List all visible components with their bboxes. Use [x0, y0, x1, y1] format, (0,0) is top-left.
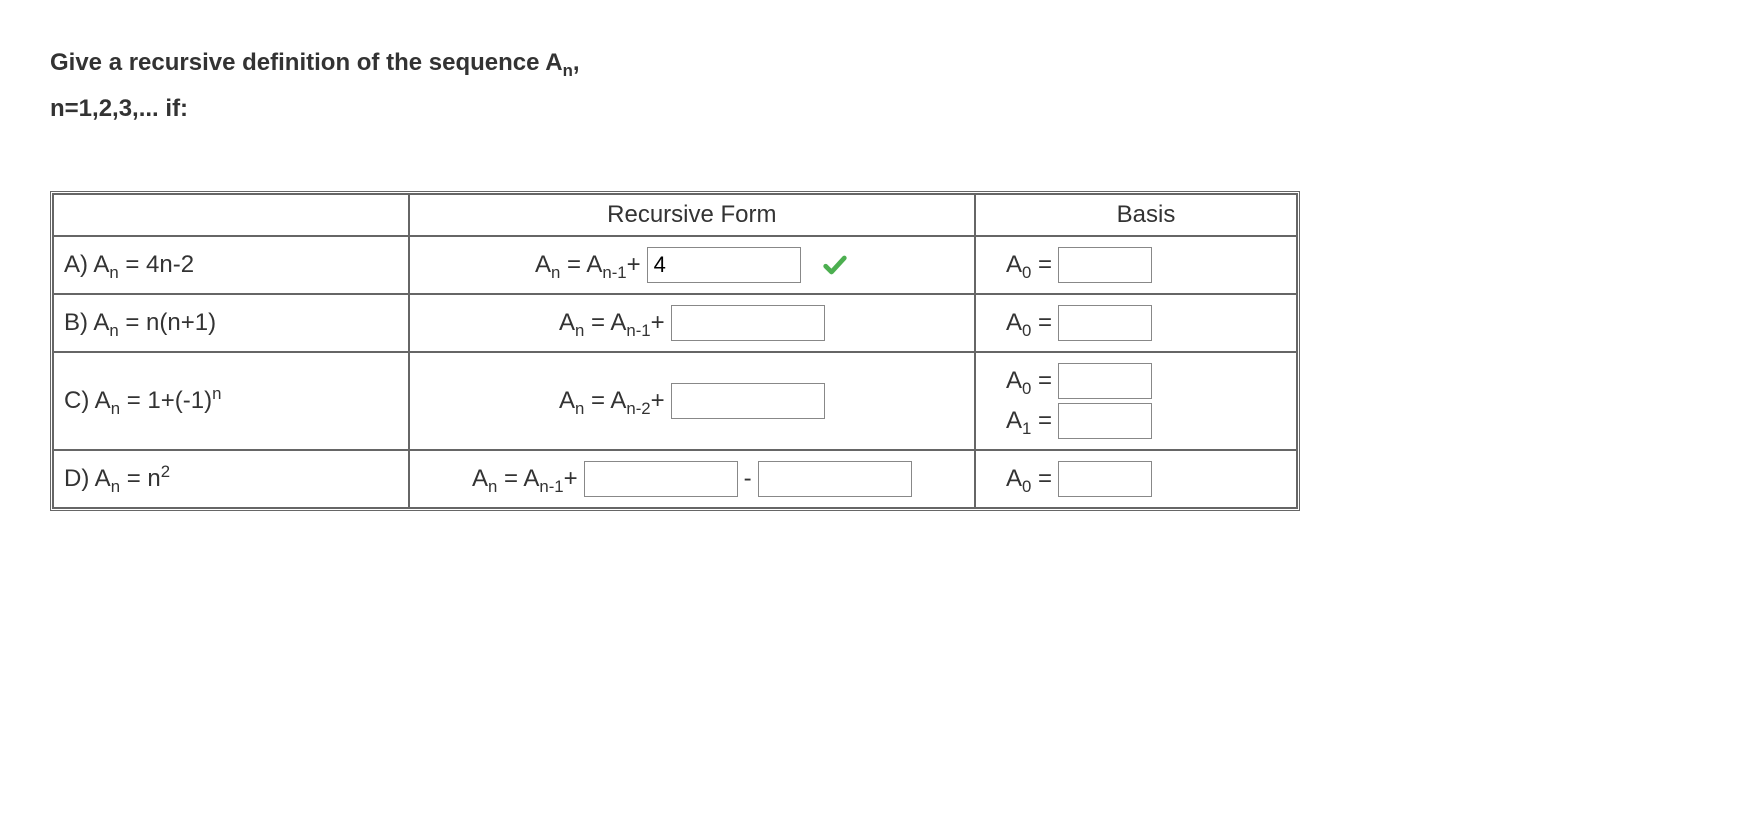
row-b-basis-input[interactable]	[1058, 305, 1152, 341]
text: n-2	[626, 399, 650, 418]
row-d-recursive: An = An-1+ -	[409, 450, 975, 508]
table-row: A) An = 4n-2 An = An-1+ A0 =	[53, 236, 1297, 294]
row-d-rec-input-1[interactable]	[584, 461, 738, 497]
text: n	[551, 263, 560, 282]
text: +	[651, 387, 665, 414]
row-d-basis-label: A0 =	[1006, 465, 1052, 493]
text: 0	[1022, 321, 1031, 340]
header-recursive: Recursive Form	[409, 194, 975, 236]
row-b-basis: A0 =	[975, 294, 1297, 352]
text: = A	[560, 251, 602, 278]
text: = n	[120, 465, 161, 492]
text: = n(n+1)	[119, 309, 216, 336]
row-a-label: A) An = 4n-2	[53, 236, 409, 294]
row-c-rec-expr: An = An-2+	[559, 387, 665, 415]
text: = 4n-2	[119, 251, 194, 278]
row-c-basis1-input[interactable]	[1058, 363, 1152, 399]
text: A	[1006, 367, 1022, 394]
text: =	[1031, 367, 1052, 394]
row-d-label: D) An = n2	[53, 450, 409, 508]
text: =	[1031, 309, 1052, 336]
question-prompt: Give a recursive definition of the seque…	[50, 40, 1700, 131]
prompt-line1-post: ,	[573, 49, 580, 76]
text: A	[1006, 251, 1022, 278]
text: n	[111, 477, 120, 496]
prompt-line1-sub: n	[563, 61, 573, 80]
header-basis: Basis	[975, 194, 1297, 236]
text: 0	[1022, 477, 1031, 496]
text: 0	[1022, 263, 1031, 282]
text: n-1	[626, 321, 650, 340]
text: =	[1031, 251, 1052, 278]
row-b-rec-input[interactable]	[671, 305, 825, 341]
text: A	[1006, 465, 1022, 492]
text: n	[575, 399, 584, 418]
row-c-basis: A0 = A1 =	[975, 352, 1297, 450]
row-a-recursive: An = An-1+	[409, 236, 975, 294]
row-c-rec-input[interactable]	[671, 383, 825, 419]
row-a-basis: A0 =	[975, 236, 1297, 294]
row-c-basis2-label: A1 =	[1006, 407, 1052, 435]
header-empty	[53, 194, 409, 236]
text: = 1+(-1)	[120, 387, 212, 414]
row-a-basis-input[interactable]	[1058, 247, 1152, 283]
row-d-basis-input[interactable]	[1058, 461, 1152, 497]
table-row: B) An = n(n+1) An = An-1+ A0 =	[53, 294, 1297, 352]
row-b-rec-expr: An = An-1+	[559, 309, 665, 337]
text: = A	[584, 387, 626, 414]
text: n	[575, 321, 584, 340]
row-d-dash: -	[744, 465, 752, 493]
row-a-basis-label: A0 =	[1006, 251, 1052, 279]
text: C) A	[64, 387, 111, 414]
table-row: D) An = n2 An = An-1+ - A0 =	[53, 450, 1297, 508]
text: A	[559, 387, 575, 414]
row-c-label: C) An = 1+(-1)n	[53, 352, 409, 450]
row-a-rec-input[interactable]	[647, 247, 801, 283]
row-c-basis1-label: A0 =	[1006, 367, 1052, 395]
check-icon	[821, 251, 849, 279]
text: n	[488, 477, 497, 496]
text: = A	[497, 465, 539, 492]
row-c-basis2-input[interactable]	[1058, 403, 1152, 439]
text: 2	[161, 462, 170, 481]
row-d-rec-expr: An = An-1+	[472, 465, 578, 493]
text: A	[1006, 309, 1022, 336]
text: =	[1031, 407, 1052, 434]
text: B) A	[64, 309, 109, 336]
prompt-line1: Give a recursive definition of the seque…	[50, 49, 580, 76]
text: n	[212, 384, 221, 403]
text: n	[111, 399, 120, 418]
text: n	[109, 263, 118, 282]
text: A	[559, 309, 575, 336]
text: D) A	[64, 465, 111, 492]
text: +	[564, 465, 578, 492]
text: = A	[584, 309, 626, 336]
prompt-line2: n=1,2,3,... if:	[50, 95, 188, 122]
row-d-rec-input-2[interactable]	[758, 461, 912, 497]
text: A) A	[64, 251, 109, 278]
text: n-1	[539, 477, 563, 496]
header-row: Recursive Form Basis	[53, 194, 1297, 236]
text: =	[1031, 465, 1052, 492]
text: n-1	[602, 263, 626, 282]
text: 0	[1022, 379, 1031, 398]
text: A	[1006, 407, 1022, 434]
row-b-label: B) An = n(n+1)	[53, 294, 409, 352]
table-row: C) An = 1+(-1)n An = An-2+ A0 = A1 =	[53, 352, 1297, 450]
text: A	[472, 465, 488, 492]
text: +	[651, 309, 665, 336]
text: A	[535, 251, 551, 278]
row-d-basis: A0 =	[975, 450, 1297, 508]
answer-table: Recursive Form Basis A) An = 4n-2 An = A…	[50, 191, 1300, 511]
text: 1	[1022, 419, 1031, 438]
prompt-line1-pre: Give a recursive definition of the seque…	[50, 49, 563, 76]
row-b-recursive: An = An-1+	[409, 294, 975, 352]
text: +	[627, 251, 641, 278]
row-a-rec-expr: An = An-1+	[535, 251, 641, 279]
text: n	[109, 321, 118, 340]
row-c-recursive: An = An-2+	[409, 352, 975, 450]
row-b-basis-label: A0 =	[1006, 309, 1052, 337]
